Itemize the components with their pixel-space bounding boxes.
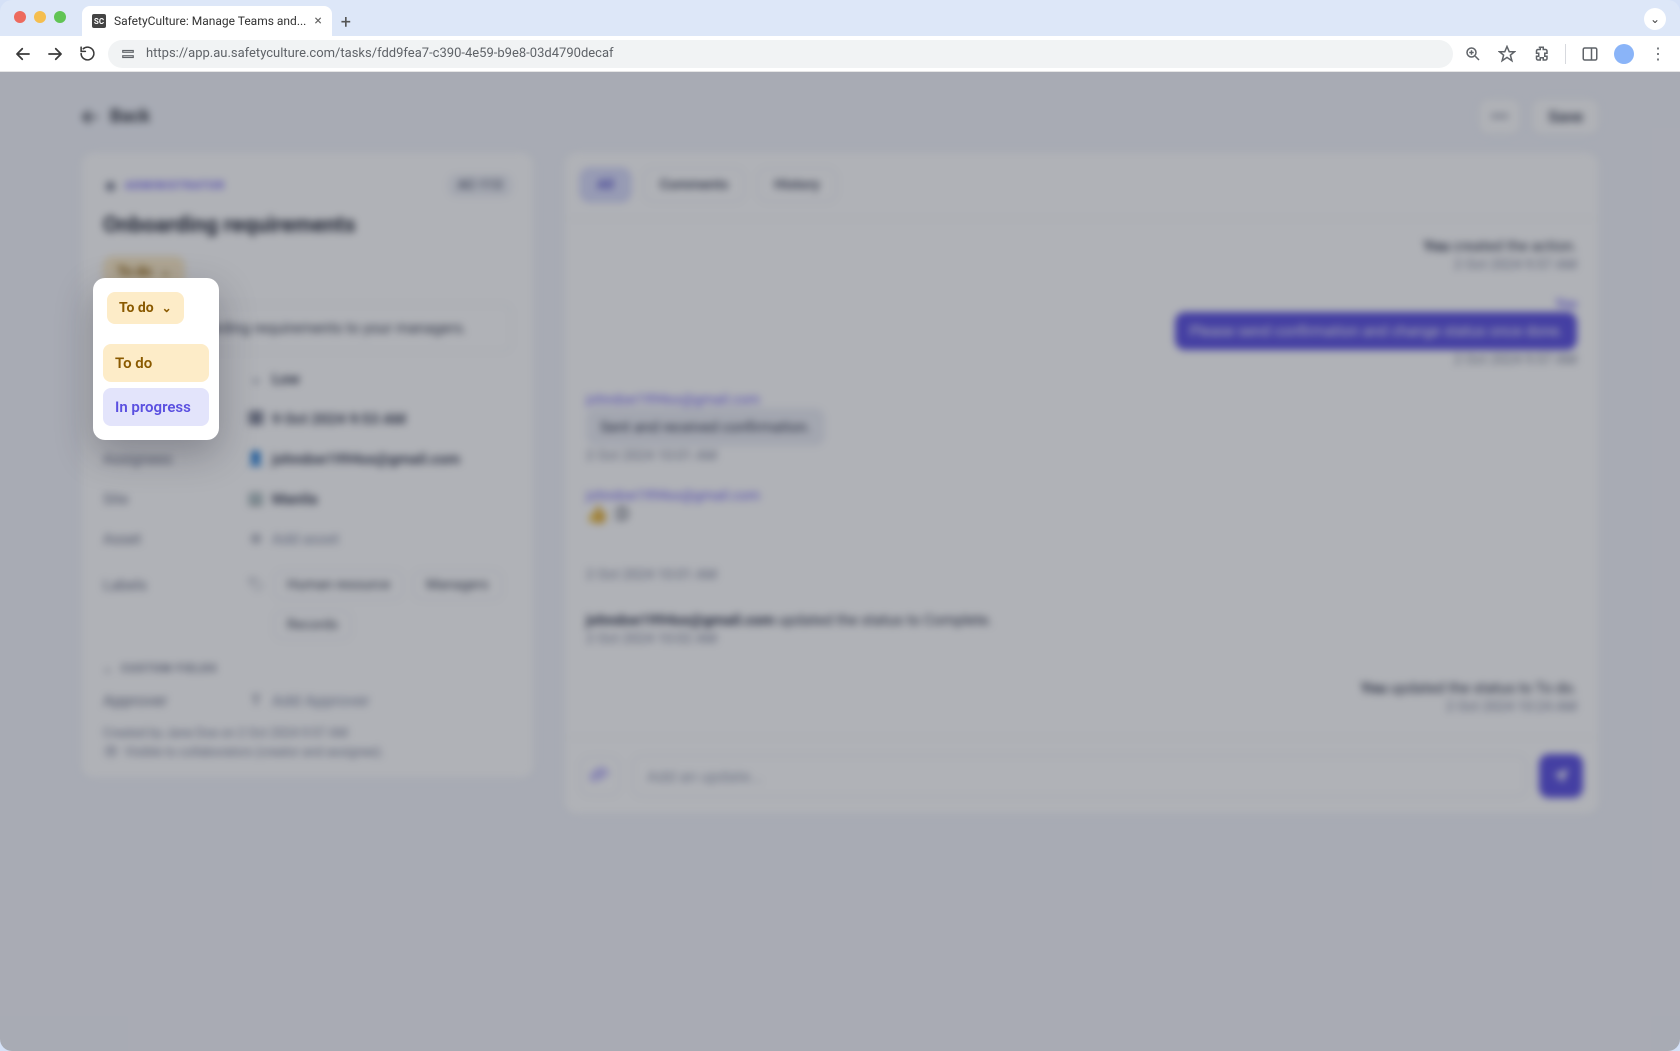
maximize-window-icon[interactable] [54,11,66,23]
zoom-icon[interactable] [1463,44,1483,64]
browser-toolbar: https://app.au.safetyculture.com/tasks/f… [0,36,1680,72]
app-viewport: Back ••• Save ◈ ADMINISTRATOR AC-113 [0,72,1680,1051]
url-text: https://app.au.safetyculture.com/tasks/f… [146,46,614,61]
new-tab-button[interactable]: + [332,8,360,36]
divider [1565,44,1566,64]
reload-button[interactable] [76,43,98,65]
status-dropdown-trigger[interactable]: To do ⌄ [107,292,184,324]
favicon-icon: SC [92,14,106,28]
window-controls [14,11,66,23]
status-option-todo[interactable]: To do [103,344,209,382]
status-option-in-progress[interactable]: In progress [103,388,209,426]
nav-back-button[interactable] [12,43,34,65]
bookmark-icon[interactable] [1497,44,1517,64]
browser-tab[interactable]: SC SafetyCulture: Manage Teams and... × [82,6,332,36]
profile-avatar-icon[interactable] [1614,44,1634,64]
kebab-menu-icon[interactable]: ⋮ [1648,44,1668,64]
status-dropdown-popover: To do ⌄ To do In progress [93,278,219,440]
site-info-icon[interactable] [120,46,136,62]
browser-tabbar: SC SafetyCulture: Manage Teams and... × … [0,0,1680,36]
nav-forward-button[interactable] [44,43,66,65]
tabs-dropdown-icon[interactable]: ⌄ [1644,8,1666,30]
minimize-window-icon[interactable] [34,11,46,23]
sidepanel-icon[interactable] [1580,44,1600,64]
tab-title: SafetyCulture: Manage Teams and... [114,14,306,28]
browser-window: SC SafetyCulture: Manage Teams and... × … [0,0,1680,1051]
close-tab-icon[interactable]: × [314,13,321,29]
modal-backdrop[interactable] [0,72,1680,1051]
toolbar-right-icons: ⋮ [1463,44,1668,64]
extensions-icon[interactable] [1531,44,1551,64]
address-bar[interactable]: https://app.au.safetyculture.com/tasks/f… [108,40,1453,68]
close-window-icon[interactable] [14,11,26,23]
chevron-down-icon: ⌄ [162,301,172,315]
